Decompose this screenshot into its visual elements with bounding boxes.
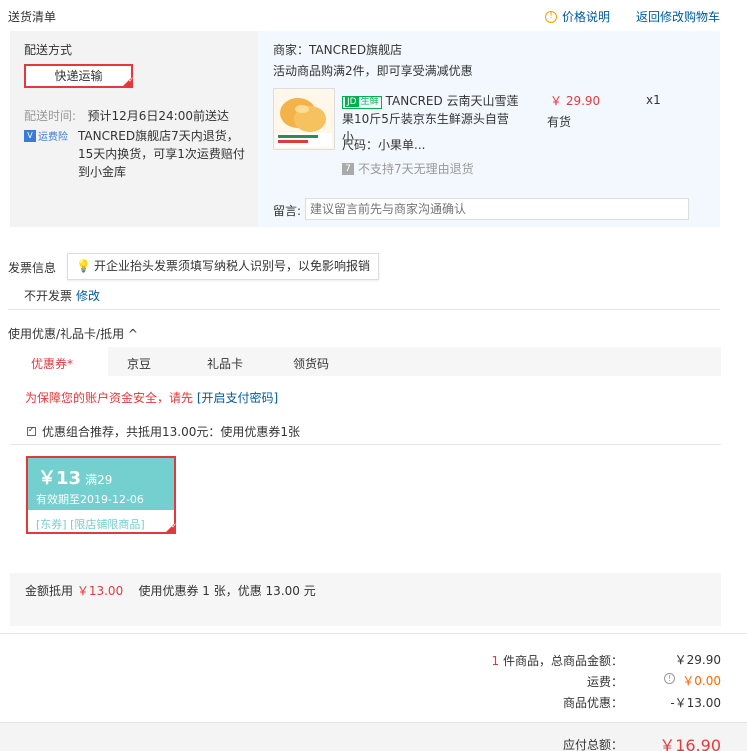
divider (0, 633, 747, 634)
shop-promo: 活动商品购满2件，即可享受满减优惠 (273, 64, 473, 78)
deduct-label: 金额抵用 (25, 584, 74, 598)
combo-recommendation-checkbox[interactable]: 优惠组合推荐，共抵用13.00元：使用优惠券1张 (27, 423, 300, 440)
shipping-option-label: 快递运输 (54, 69, 103, 83)
delivery-time-label: 配送时间: (24, 109, 77, 123)
invoice-edit-link[interactable]: 修改 (76, 287, 100, 304)
lightbulb-icon: 💡 (76, 259, 91, 273)
product-spec: 尺码：小果单... (342, 138, 426, 152)
delivery-time: 配送时间: 预计12月6日24:00前送达 (24, 107, 229, 124)
divider (10, 444, 721, 445)
discount-value: -￥13.00 (670, 696, 721, 710)
page-title: 送货清单 (8, 10, 57, 24)
tab-voucher-code[interactable]: 领货码 (293, 355, 329, 372)
shop-name: 商家：TANCRED旗舰店 (273, 43, 403, 57)
tab-gift-card[interactable]: 礼品卡 (207, 355, 243, 372)
deduction-summary: 金额抵用 ￥13.00 使用优惠券 1 张，优惠 13.00 元 (25, 582, 316, 599)
express-shipping-option[interactable]: 快递运输 (24, 64, 134, 88)
items-total-label: 1 件商品，总商品金额： (491, 654, 623, 668)
deduct-detail: 使用优惠券 1 张，优惠 13.00 元 (138, 584, 316, 598)
no-return-text: 不支持7天无理由退货 (358, 162, 474, 176)
message-input[interactable] (305, 198, 689, 220)
coupon-expiry: 有效期至2019-12-06 (36, 493, 144, 506)
product-thumbnail-graphic (274, 89, 334, 149)
price-note-link[interactable]: ! 价格说明 (545, 8, 610, 25)
delivery-time-value: 预计12月6日24:00前送达 (87, 109, 230, 123)
product-quantity: x1 (646, 93, 661, 107)
insurance-label: 运费险 (38, 132, 68, 143)
invoice-tip: 💡 开企业抬头发票须填写纳税人识别号，以免影响报销 (67, 253, 379, 280)
coupon-value: ￥13 (38, 468, 82, 489)
tab-coupons[interactable]: 优惠券* (31, 355, 73, 372)
coupons-toggle[interactable]: 使用优惠/礼品卡/抵用 ^ (8, 325, 138, 342)
fresh-tag: JD 生鲜 (342, 96, 382, 109)
coupon-tags: [东券] [限店铺限商品] (36, 518, 145, 531)
deduct-value: ￥13.00 (76, 584, 124, 598)
info-icon[interactable]: ! (664, 673, 675, 684)
invoice-value: 不开发票 (24, 289, 73, 303)
back-to-cart-link[interactable]: 返回修改购物车 (636, 8, 720, 25)
selected-check-icon (121, 76, 134, 88)
invoice-tip-text: 开企业抬头发票须填写纳税人识别号，以免影响报销 (93, 259, 370, 273)
coupon-condition: 满29 (85, 473, 113, 487)
payment-footer (0, 722, 747, 751)
shipping-insurance-badge: V 运费险 (24, 128, 68, 143)
no-return-icon: 7 (342, 162, 354, 175)
discount-label: 商品优惠： (562, 696, 623, 710)
shipping-fee-value: ￥0.00 (682, 674, 721, 688)
payment-safety-notice: 为保障您的账户资金安全，请先 [开启支付密码] (25, 389, 278, 406)
enable-payment-password-link[interactable]: [开启支付密码] (197, 391, 278, 405)
invoice-label: 发票信息 (8, 261, 57, 275)
stock-status: 有货 (547, 115, 572, 129)
divider (8, 309, 720, 310)
product-price: ￥ 29.90 (550, 94, 601, 108)
selected-check-icon (164, 522, 177, 534)
tab-jd-beans[interactable]: 京豆 (127, 355, 151, 372)
payable-label: 应付总额： (562, 738, 623, 751)
insurance-icon: V (24, 129, 36, 142)
message-label: 留言: (273, 204, 302, 218)
price-note-label: 价格说明 (562, 10, 611, 24)
no-return-notice: 7 不支持7天无理由退货 (342, 160, 474, 177)
return-policy: TANCRED旗舰店7天内退货，15天内换货，可享1次运费赔付到小金库 (78, 129, 245, 179)
product-image[interactable] (273, 88, 335, 150)
coupon-amount: ￥13 满29 (38, 464, 112, 490)
safety-text: 为保障您的账户资金安全，请先 (25, 391, 197, 405)
combo-text: 优惠组合推荐，共抵用13.00元：使用优惠券1张 (42, 425, 300, 439)
checkbox[interactable] (27, 425, 36, 436)
items-total-value: ￥29.90 (674, 653, 721, 667)
shipping-fee-label: 运费： (586, 675, 623, 689)
shipping-method-label: 配送方式 (24, 43, 73, 57)
payable-value: ￥16.90 (659, 736, 721, 751)
warning-icon: ! (545, 10, 557, 23)
